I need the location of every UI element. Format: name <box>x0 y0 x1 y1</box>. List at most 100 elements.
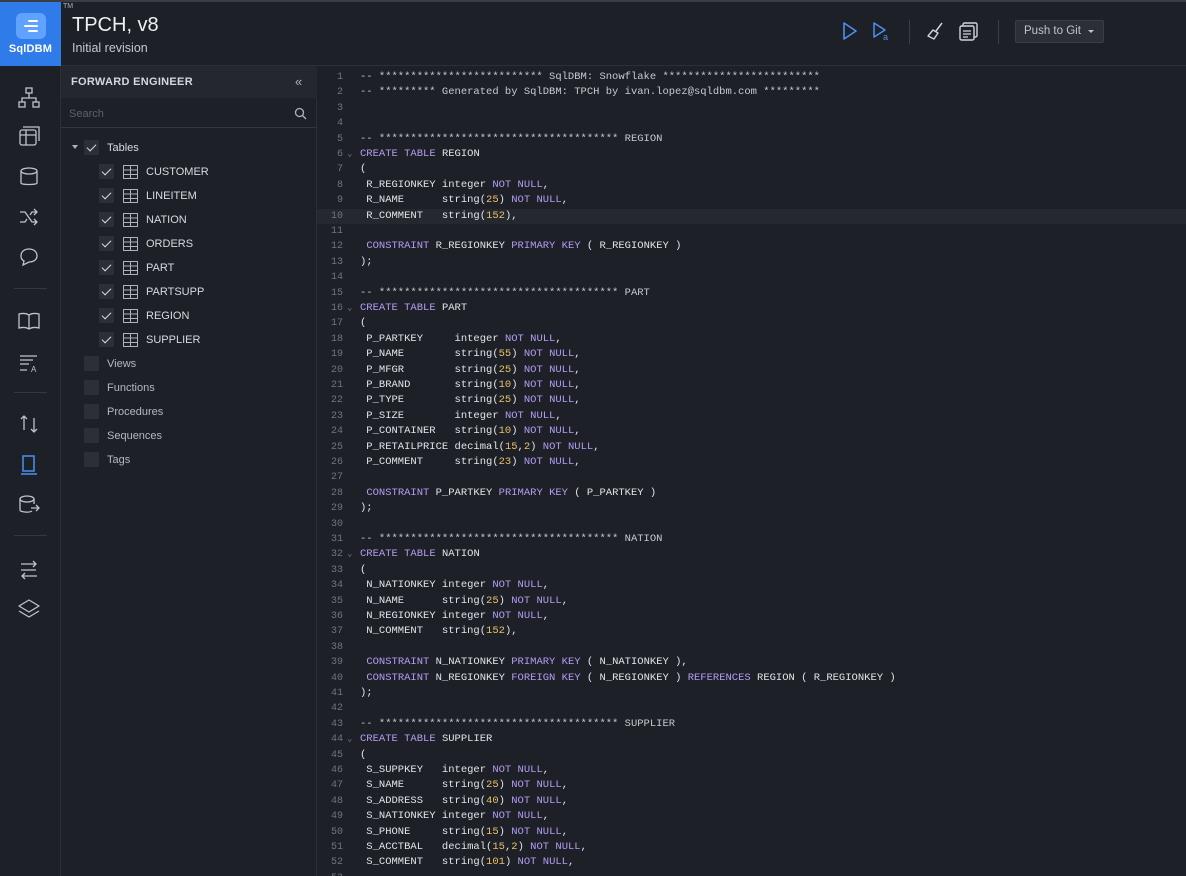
chevron-down-icon[interactable] <box>72 145 78 149</box>
search-icon[interactable] <box>294 107 307 120</box>
code-line[interactable]: 4 <box>317 116 1186 131</box>
code-line[interactable]: 33 ( <box>317 563 1186 578</box>
code-line[interactable]: 18 P_PARTKEY integer NOT NULL, <box>317 332 1186 347</box>
code-line[interactable]: 3 <box>317 101 1186 116</box>
code-line[interactable]: 37 N_COMMENT string(152), <box>317 624 1186 639</box>
code-line[interactable]: 20 P_MFGR string(25) NOT NULL, <box>317 363 1186 378</box>
naming-icon[interactable]: A <box>17 351 41 375</box>
compare-icon[interactable] <box>17 412 41 436</box>
checkbox[interactable] <box>84 380 99 395</box>
code-line[interactable]: 49 S_NATIONKEY integer NOT NULL, <box>317 809 1186 824</box>
code-line[interactable]: 48 S_ADDRESS string(40) NOT NULL, <box>317 794 1186 809</box>
code-line[interactable]: 43 -- ***********************************… <box>317 717 1186 732</box>
fold-chevron-icon[interactable]: ⌄ <box>347 301 352 316</box>
code-line[interactable]: 15 -- ***********************************… <box>317 286 1186 301</box>
collapse-panel-icon[interactable]: « <box>295 75 302 88</box>
diagram-icon[interactable] <box>17 86 41 110</box>
code-line[interactable]: 25 P_RETAILPRICE decimal(15,2) NOT NULL, <box>317 440 1186 455</box>
comment-icon[interactable] <box>17 245 41 269</box>
forward-engineer-icon[interactable] <box>17 453 41 477</box>
tree-group-views[interactable]: Views <box>61 352 317 376</box>
search-input[interactable] <box>69 106 279 122</box>
code-line[interactable]: 38 <box>317 640 1186 655</box>
code-line[interactable]: 35 N_NAME string(25) NOT NULL, <box>317 594 1186 609</box>
tree-item-table[interactable]: PART <box>61 256 317 280</box>
code-line[interactable]: 34 N_NATIONKEY integer NOT NULL, <box>317 578 1186 593</box>
checkbox[interactable] <box>84 404 99 419</box>
code-line[interactable]: 51 S_ACCTBAL decimal(15,2) NOT NULL, <box>317 840 1186 855</box>
code-line[interactable]: 45 ( <box>317 748 1186 763</box>
code-line[interactable]: 2 -- ********* Generated by SqlDBM: TPCH … <box>317 85 1186 100</box>
code-line[interactable]: 11 <box>317 224 1186 239</box>
code-line[interactable]: 19 P_NAME string(55) NOT NULL, <box>317 347 1186 362</box>
copy-icon[interactable] <box>958 20 980 42</box>
checkbox[interactable] <box>99 164 114 179</box>
fold-chevron-icon[interactable]: ⌄ <box>347 732 352 747</box>
clean-icon[interactable] <box>925 20 947 42</box>
tables-grid-icon[interactable] <box>17 125 41 149</box>
code-line[interactable]: 27 <box>317 470 1186 485</box>
code-line[interactable]: 32 ⌄ CREATE TABLE NATION <box>317 547 1186 562</box>
code-line[interactable]: 28 CONSTRAINT P_PARTKEY PRIMARY KEY ( P_… <box>317 486 1186 501</box>
run-icon[interactable] <box>838 20 860 42</box>
code-line[interactable]: 24 P_CONTAINER string(10) NOT NULL, <box>317 424 1186 439</box>
book-icon[interactable] <box>17 309 41 333</box>
tree-item-table[interactable]: PARTSUPP <box>61 280 317 304</box>
code-line[interactable]: 7( <box>317 162 1186 177</box>
code-line[interactable]: 17 ( <box>317 316 1186 331</box>
code-line[interactable]: 40 CONSTRAINT N_REGIONKEY FOREIGN KEY ( … <box>317 671 1186 686</box>
tree-group-tags[interactable]: Tags <box>61 448 317 472</box>
code-line[interactable]: 5 -- ************************************… <box>317 132 1186 147</box>
run-selection-icon[interactable]: a <box>870 20 892 42</box>
code-line[interactable]: 6 ⌄ CREATE TABLE REGION <box>317 147 1186 162</box>
checkbox[interactable] <box>84 356 99 371</box>
push-to-git-button[interactable]: Push to Git <box>1015 20 1104 43</box>
code-line[interactable]: 22 P_TYPE string(25) NOT NULL, <box>317 393 1186 408</box>
code-line[interactable]: 36 N_REGIONKEY integer NOT NULL, <box>317 609 1186 624</box>
code-line[interactable]: 53 <box>317 871 1186 876</box>
checkbox[interactable] <box>99 332 114 347</box>
shuffle-icon[interactable] <box>17 205 41 229</box>
checkbox[interactable] <box>99 236 114 251</box>
tree-item-table[interactable]: ORDERS <box>61 232 317 256</box>
checkbox[interactable] <box>84 452 99 467</box>
code-line[interactable]: 1 -- ************************** SqlDBM: S… <box>317 70 1186 85</box>
tree-item-table[interactable]: LINEITEM <box>61 184 317 208</box>
code-line[interactable]: 12 CONSTRAINT R_REGIONKEY PRIMARY KEY ( … <box>317 239 1186 254</box>
checkbox[interactable] <box>84 428 99 443</box>
tree-group-sequences[interactable]: Sequences <box>61 424 317 448</box>
code-line[interactable]: 31 -- ***********************************… <box>317 532 1186 547</box>
tree-group-tables[interactable]: Tables <box>61 136 317 160</box>
tree-group-functions[interactable]: Functions <box>61 376 317 400</box>
code-line[interactable]: 16 ⌄ CREATE TABLE PART <box>317 301 1186 316</box>
code-line[interactable]: 42 <box>317 701 1186 716</box>
code-line[interactable]: 21 P_BRAND string(10) NOT NULL, <box>317 378 1186 393</box>
layers-icon[interactable] <box>17 597 41 621</box>
code-line[interactable]: 47 S_NAME string(25) NOT NULL, <box>317 778 1186 793</box>
code-line[interactable]: 41); <box>317 686 1186 701</box>
code-line[interactable]: 50 S_PHONE string(15) NOT NULL, <box>317 825 1186 840</box>
code-line[interactable]: 8 R_REGIONKEY integer NOT NULL, <box>317 178 1186 193</box>
code-line[interactable]: 26 P_COMMENT string(23) NOT NULL, <box>317 455 1186 470</box>
checkbox[interactable] <box>99 308 114 323</box>
code-line[interactable]: 10 R_COMMENT string(152), <box>317 208 1186 224</box>
code-line[interactable]: 44 ⌄ CREATE TABLE SUPPLIER <box>317 732 1186 747</box>
code-line[interactable]: 23 P_SIZE integer NOT NULL, <box>317 409 1186 424</box>
code-line[interactable]: 46 S_SUPPKEY integer NOT NULL, <box>317 763 1186 778</box>
database-icon[interactable] <box>17 165 41 189</box>
code-line[interactable]: 9 R_NAME string(25) NOT NULL, <box>317 193 1186 208</box>
checkbox[interactable] <box>99 188 114 203</box>
checkbox[interactable] <box>84 140 99 155</box>
code-line[interactable]: 13); <box>317 255 1186 270</box>
app-logo[interactable]: SqlDBM <box>0 2 61 66</box>
code-line[interactable]: 29); <box>317 501 1186 516</box>
tree-group-procedures[interactable]: Procedures <box>61 400 317 424</box>
checkbox[interactable] <box>99 284 114 299</box>
tree-item-table[interactable]: SUPPLIER <box>61 328 317 352</box>
tree-item-table[interactable]: NATION <box>61 208 317 232</box>
code-line[interactable]: 39 CONSTRAINT N_NATIONKEY PRIMARY KEY ( … <box>317 655 1186 670</box>
fold-chevron-icon[interactable]: ⌄ <box>347 547 352 562</box>
code-line[interactable]: 52 S_COMMENT string(101) NOT NULL, <box>317 855 1186 870</box>
checkbox[interactable] <box>99 212 114 227</box>
fold-chevron-icon[interactable]: ⌄ <box>347 147 352 162</box>
